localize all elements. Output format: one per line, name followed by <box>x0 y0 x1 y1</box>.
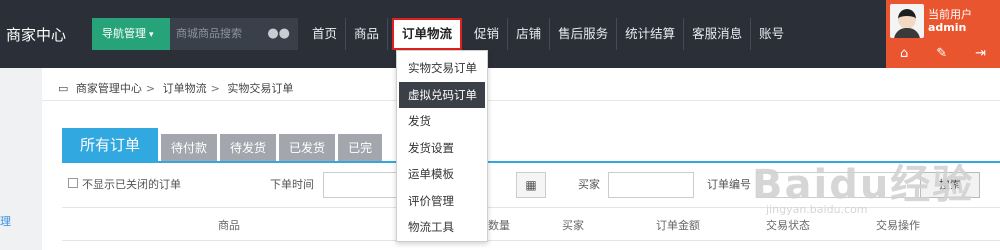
orders-logistics-dropdown: 实物交易订单 虚拟兑码订单 发货 发货设置 运单模板 评价管理 物流工具 <box>396 50 488 242</box>
column-header-actions: 交易操作 <box>876 219 920 232</box>
tab-pending-shipment[interactable]: 待发货 <box>220 134 277 162</box>
buyer-label: 买家 <box>578 178 600 191</box>
calendar-icon[interactable]: ▦ <box>516 172 546 198</box>
dropdown-item-shipping-settings[interactable]: 发货设置 <box>397 135 487 162</box>
breadcrumb-item: 实物交易订单 <box>227 82 294 95</box>
tab-pending-payment[interactable]: 待付款 <box>161 134 218 162</box>
watermark-url: jingyan.baidu.com <box>766 203 868 216</box>
dropdown-item-logistics-tools[interactable]: 物流工具 <box>397 214 487 241</box>
breadcrumb: ▭ 商家管理中心 > 订单物流 > 实物交易订单 <box>58 80 293 96</box>
order-number-label: 订单编号 <box>707 178 751 191</box>
user-actions: ⌂ ✎ ⇥ <box>886 46 1000 61</box>
divider <box>42 100 1000 101</box>
monitor-icon: ▭ <box>58 82 69 95</box>
column-header-amount: 订单金额 <box>656 219 700 232</box>
order-tabs: 所有订单 待付款 待发货 已发货 已完 <box>62 128 385 162</box>
baidu-watermark: Baidu经验 jingyan.baidu.com <box>752 152 975 216</box>
current-user-label: 当前用户 <box>928 8 972 21</box>
wrench-icon[interactable]: ✎ <box>936 46 947 61</box>
dropdown-item-virtual-code-orders[interactable]: 虚拟兑码订单 <box>399 81 485 108</box>
menu-item-home[interactable]: 首页 <box>304 18 347 50</box>
breadcrumb-separator: > <box>210 82 220 95</box>
nav-management-button[interactable]: 导航管理 ▾ <box>92 18 170 50</box>
menu-item-store[interactable]: 店铺 <box>508 18 551 50</box>
column-header-buyer: 买家 <box>562 219 584 232</box>
top-navbar: 商家中心 导航管理 ▾ 商城商品搜索 ●● 首页 商品 订单物流 促销 店铺 售后… <box>0 0 1000 68</box>
product-search-input[interactable]: 商城商品搜索 ●● <box>170 18 298 50</box>
dropdown-item-review-management[interactable]: 评价管理 <box>397 188 487 215</box>
column-header-quantity: 数量 <box>488 219 510 232</box>
username: admin <box>928 21 967 34</box>
chevron-down-icon: ▾ <box>149 30 154 40</box>
watermark-text: Baidu经验 <box>752 162 975 208</box>
main-menu: 首页 商品 订单物流 促销 店铺 售后服务 统计结算 客服消息 账号 <box>304 18 792 50</box>
menu-item-customer-service[interactable]: 客服消息 <box>684 18 752 50</box>
menu-item-orders-logistics[interactable]: 订单物流 <box>392 18 463 50</box>
brand-title: 商家中心 <box>6 26 67 44</box>
menu-item-account[interactable]: 账号 <box>751 18 792 50</box>
order-time-label: 下单时间 <box>270 178 314 191</box>
nav-management-label: 导航管理 <box>102 27 146 40</box>
breadcrumb-item[interactable]: 订单物流 <box>163 82 207 95</box>
tab-completed[interactable]: 已完 <box>338 134 383 162</box>
home-icon[interactable]: ⌂ <box>900 46 908 61</box>
hide-closed-checkbox[interactable] <box>68 178 78 188</box>
dropdown-item-physical-orders[interactable]: 实物交易订单 <box>397 55 487 82</box>
binoculars-search-icon[interactable]: ●● <box>267 18 290 50</box>
menu-item-promotions[interactable]: 促销 <box>466 18 509 50</box>
search-placeholder: 商城商品搜索 <box>176 27 242 40</box>
buyer-input[interactable] <box>608 172 694 198</box>
column-header-product: 商品 <box>218 219 240 232</box>
breadcrumb-item[interactable]: 商家管理中心 <box>76 82 142 95</box>
menu-item-after-sales[interactable]: 售后服务 <box>550 18 618 50</box>
avatar[interactable] <box>890 4 924 38</box>
tab-all-orders[interactable]: 所有订单 <box>62 128 159 162</box>
dropdown-item-waybill-template[interactable]: 运单模板 <box>397 161 487 188</box>
hide-closed-label: 不显示已关闭的订单 <box>82 178 181 191</box>
left-sidebar: 理 <box>0 68 42 250</box>
breadcrumb-separator: > <box>145 82 156 95</box>
tab-shipped[interactable]: 已发货 <box>279 134 336 162</box>
logout-icon[interactable]: ⇥ <box>975 46 986 61</box>
menu-item-statistics[interactable]: 统计结算 <box>617 18 685 50</box>
sidebar-item-partial[interactable]: 理 <box>0 213 11 229</box>
menu-item-products[interactable]: 商品 <box>346 18 389 50</box>
user-panel: 当前用户 admin ⌂ ✎ ⇥ <box>886 0 1000 68</box>
dropdown-item-ship[interactable]: 发货 <box>397 108 487 135</box>
column-header-status: 交易状态 <box>766 219 810 232</box>
